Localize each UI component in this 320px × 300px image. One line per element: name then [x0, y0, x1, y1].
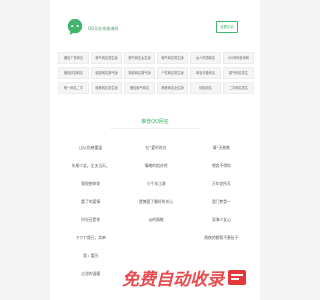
category-item[interactable]: 网名可爱网名 — [190, 67, 221, 79]
category-item[interactable]: 霸道网名霸气版 — [91, 67, 122, 79]
name-link[interactable]: 山以伤感重温 — [58, 139, 123, 157]
name-link[interactable]: 淡的情绪 — [123, 211, 188, 229]
page-container: QQ号在线查询网 查看手机 微信个性网名 霸气网名男生版 霸气网名女生版 霸气网… — [50, 0, 260, 300]
category-item[interactable]: 唯一网名二字 — [58, 82, 89, 94]
category-item[interactable]: 二字网名男生 — [223, 82, 254, 94]
watermark-logo-icon — [228, 270, 246, 285]
category-item[interactable]: 情侣网名 — [190, 82, 221, 94]
name-link[interactable]: 忆°爱的时光 — [123, 139, 188, 157]
name-link[interactable]: 遗憾爱了最好的关心 — [123, 193, 188, 211]
name-link[interactable]: 我门梦是一 — [189, 193, 254, 211]
chat-bubble-logo-icon[interactable] — [66, 18, 84, 36]
name-row: 重了的爱情 遗憾爱了最好的关心 我门梦是一 — [58, 193, 254, 211]
watermark-text: 免费自动收录 — [122, 269, 224, 290]
name-link[interactable]: 灰尾少女，丈夫当天。 — [58, 157, 123, 175]
name-link[interactable]: 々千年江湖 — [123, 175, 188, 193]
name-link[interactable]: 时光还是你 — [58, 211, 123, 229]
name-link[interactable] — [123, 229, 188, 247]
name-link[interactable]: 重了的爱情 — [58, 193, 123, 211]
section-divider — [110, 128, 200, 129]
name-link[interactable]: 过滤的温暖 — [58, 265, 123, 283]
category-item[interactable]: 个性网名男生版 — [157, 67, 188, 79]
name-row: 时光还是你 淡的情绪 深海少女心 — [58, 211, 254, 229]
category-item[interactable]: 微信情侣网名 — [58, 67, 89, 79]
category-item[interactable]: 霸气网名男生版 — [91, 52, 122, 64]
category-row: 微信个性网名 霸气网名男生版 霸气网名女生版 霸气网名男生版 女人伤感网名 QQ… — [58, 52, 254, 64]
name-row: 山以伤感重温 忆°爱的时光 情°无独美 — [58, 139, 254, 157]
name-link[interactable]: 情绪的相对吧 — [123, 157, 188, 175]
name-link[interactable]: 我很想你你 — [58, 175, 123, 193]
header: QQ号在线查询网 查看手机 — [50, 0, 260, 60]
name-row: ㄗㄗㄗ我已，笑单 熬夜的都我不勇肚子 — [58, 229, 254, 247]
header-action-button[interactable]: 查看手机 — [216, 21, 238, 33]
name-row: 灰尾少女，丈夫当天。 情绪的相对吧 喂舍不得你 — [58, 157, 254, 175]
name-link[interactable]: 情°无独美 — [189, 139, 254, 157]
category-item[interactable]: 唯美网名女生版 — [157, 82, 188, 94]
category-item[interactable]: 霸气网名女生版 — [124, 52, 155, 64]
name-link[interactable]: 我 ι 爱历 — [58, 247, 123, 265]
category-item[interactable]: 唯美网名男生版 — [91, 82, 122, 94]
name-link[interactable]: 熬夜的都我不勇肚子 — [189, 229, 254, 247]
name-link[interactable]: ㄗㄗㄗ我已，笑单 — [58, 229, 123, 247]
category-row: 微信情侣网名 霸道网名霸气版 霸道网名霸气版 个性网名男生版 网名可爱网名 霸气… — [58, 67, 254, 79]
section-title: 推荐QQ网名 — [141, 119, 169, 125]
category-item[interactable]: 霸气网名男生 — [223, 67, 254, 79]
category-item[interactable]: 微信个性网名 — [58, 52, 89, 64]
category-item[interactable]: 女人伤感网名 — [190, 52, 221, 64]
category-item[interactable]: 霸道网名霸气版 — [124, 67, 155, 79]
name-link[interactable]: 深海少女心 — [189, 211, 254, 229]
category-item[interactable]: QQ号码查询网 — [223, 52, 254, 64]
name-link[interactable]: 喂舍不得你 — [189, 157, 254, 175]
watermark-overlay: 免费自动收录 — [122, 262, 300, 292]
name-link[interactable]: 万年宫所写 — [189, 175, 254, 193]
category-grid: 微信个性网名 霸气网名男生版 霸气网名女生版 霸气网名男生版 女人伤感网名 QQ… — [58, 52, 254, 97]
name-row: 我很想你你 々千年江湖 万年宫所写 — [58, 175, 254, 193]
category-item[interactable]: 微信霸气网名 — [124, 82, 155, 94]
site-name[interactable]: QQ号在线查询网 — [88, 26, 118, 32]
category-item[interactable]: 霸气网名男生版 — [157, 52, 188, 64]
category-row: 唯一网名二字 唯美网名男生版 微信霸气网名 唯美网名女生版 情侣网名 二字网名男… — [58, 82, 254, 94]
